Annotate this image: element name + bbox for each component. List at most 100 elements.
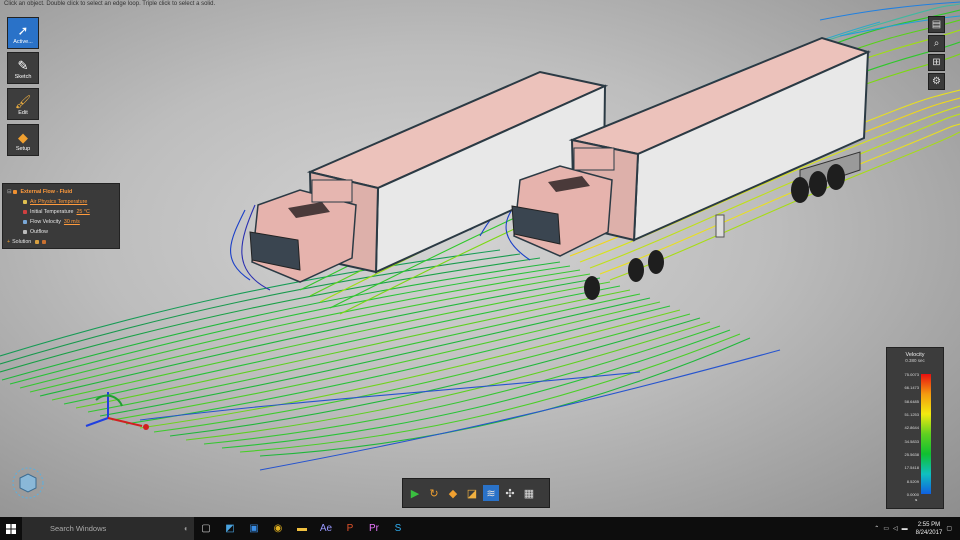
- microphone-icon[interactable]: ◖: [183, 524, 188, 533]
- legend-tick: 58.6485: [904, 398, 919, 404]
- cursor-icon: ➚: [17, 23, 29, 38]
- right-toolbar: ▤ ⌕ ⊞ ⚙: [928, 16, 948, 92]
- keyboard-icon[interactable]: ▬: [902, 526, 908, 532]
- surface-button[interactable]: ▦: [521, 485, 537, 501]
- flow-velocity-value[interactable]: 30 m/s: [64, 219, 80, 225]
- legend-subtitle: 0.380 sec: [905, 358, 925, 363]
- tree-title: External Flow - Fluid: [20, 189, 73, 195]
- clock[interactable]: 2:55 PM 8/24/2017: [916, 521, 943, 537]
- probe-icon: ⌕: [933, 38, 940, 49]
- brush-icon: 🖌: [14, 94, 32, 109]
- tree-row-outflow[interactable]: Outflow: [7, 227, 115, 237]
- solution-label: Solution: [12, 239, 32, 245]
- edit-tool-button[interactable]: 🖌 Edit: [7, 88, 39, 120]
- solid-view-button[interactable]: ◆: [445, 485, 461, 501]
- edit-tool-label: Edit: [18, 110, 28, 116]
- 3d-viewport[interactable]: Click an object. Double click to select …: [0, 0, 960, 517]
- setup-tool-button[interactable]: ◆ Setup: [7, 124, 39, 156]
- physics-link[interactable]: Air Physics Temperature: [30, 199, 87, 205]
- chevron-up-icon[interactable]: ⌃: [874, 525, 879, 532]
- legend-tick: 51.1253: [904, 412, 919, 417]
- task-view-icon[interactable]: ▢: [194, 517, 218, 540]
- physics-tree-panel: ⊟ External Flow - Fluid Air Physics Temp…: [2, 183, 120, 249]
- mesh-button[interactable]: ⊞: [928, 54, 945, 71]
- outflow-icon: [23, 230, 27, 234]
- legend-tick: 42.8644: [904, 425, 919, 431]
- powerpoint-icon[interactable]: P: [338, 517, 362, 540]
- solution-icon[interactable]: [35, 240, 40, 244]
- clock-date: 8/24/2017: [915, 529, 943, 536]
- taskbar-apps: ▢ ◩ ▣ ◉ ▬ Ae P Pr S: [194, 517, 410, 540]
- pencil-icon: ✎: [17, 58, 29, 73]
- tree-physics-link-row[interactable]: Air Physics Temperature: [7, 197, 115, 207]
- simulation-scene: [0, 1, 960, 499]
- settings-button[interactable]: ⚙: [928, 73, 945, 90]
- tree-row-flow-velocity[interactable]: Flow Velocity 30 m/s: [7, 217, 115, 227]
- taskbar: Search Windows ◖ ▢ ◩ ▣ ◉ ▬ Ae P Pr S ⌃ ▭ ◁ ▬ 2:5…: [0, 517, 960, 540]
- tree-solution-row[interactable]: + Solution: [7, 237, 115, 247]
- particles-icon: ✣: [505, 487, 515, 500]
- active-tool-label: Active...: [13, 39, 33, 45]
- grid-icon: ⊞: [932, 57, 941, 68]
- start-button[interactable]: [0, 517, 22, 540]
- legend-tick: 34.5833: [904, 438, 919, 444]
- volume-icon[interactable]: ◁: [893, 525, 898, 532]
- legend-tick: 8.5209: [906, 478, 919, 484]
- tree-row-label: Initial Temperature: [30, 209, 74, 215]
- setup-icon: ◆: [18, 130, 28, 145]
- streamlines-button[interactable]: ≋: [483, 485, 499, 501]
- probe-button[interactable]: ⌕: [928, 35, 945, 52]
- store-icon[interactable]: ▣: [242, 517, 266, 540]
- refresh-icon: ↻: [429, 487, 439, 500]
- gear-icon: ⚙: [932, 76, 941, 87]
- legend-color-bar: [921, 374, 931, 494]
- status-hint: Click an object. Double click to select …: [4, 1, 216, 7]
- tree-row-label: Flow Velocity: [30, 219, 61, 225]
- tree-row-initial-temperature[interactable]: Initial Temperature 25 °C: [7, 207, 115, 217]
- surface-icon: ▦: [523, 487, 535, 500]
- legend-tick: 75.0073: [904, 372, 919, 377]
- flow-icon: [23, 220, 27, 224]
- reset-button[interactable]: ↻: [426, 485, 442, 501]
- clock-time: 2:55 PM: [917, 521, 941, 528]
- notifications-icon[interactable]: ▢: [946, 525, 952, 532]
- initial-temperature-value[interactable]: 25 °C: [76, 209, 89, 215]
- physics-icon: [23, 200, 27, 204]
- particles-button[interactable]: ✣: [502, 485, 518, 501]
- discovery-app-icon[interactable]: ◩: [218, 517, 242, 540]
- plane-icon: ◪: [466, 487, 478, 500]
- add-icon[interactable]: +: [7, 239, 10, 245]
- sketch-tool-label: Sketch: [14, 74, 32, 80]
- velocity-legend: Velocity 0.380 sec 75.0073 66.1473 58.6485…: [886, 347, 944, 509]
- legend-tick: 25.5638: [904, 452, 919, 457]
- setup-tool-label: Setup: [15, 146, 31, 152]
- premiere-icon[interactable]: Pr: [362, 517, 386, 540]
- ground-streamlines: [0, 249, 781, 471]
- skype-icon[interactable]: S: [386, 517, 410, 540]
- windows-icon: [6, 523, 16, 534]
- result-icon[interactable]: [42, 240, 47, 244]
- file-explorer-icon[interactable]: ▬: [290, 517, 314, 540]
- play-button[interactable]: ▶: [407, 485, 423, 501]
- tree-row-label: Outflow: [30, 229, 48, 235]
- cube-icon: ◆: [448, 487, 458, 500]
- legend-tick: 17.5418: [904, 465, 919, 471]
- after-effects-icon[interactable]: Ae: [314, 517, 338, 540]
- legend-tick: 66.1473: [904, 385, 919, 391]
- view-mode-button[interactable]: ▤: [928, 16, 945, 33]
- view-mode-icon: ▤: [931, 19, 942, 30]
- thermometer-icon: [23, 210, 27, 214]
- legend-ticks: 75.0073 66.1473 58.6485 51.1253 42.8644 34.58…: [889, 372, 919, 497]
- legend-options-icon[interactable]: ◔: [913, 496, 918, 505]
- chrome-icon[interactable]: ◉: [266, 517, 290, 540]
- network-icon[interactable]: ▭: [883, 525, 889, 532]
- search-input[interactable]: Search Windows ◖: [22, 517, 194, 540]
- tree-root[interactable]: ⊟ External Flow - Fluid: [7, 187, 115, 197]
- system-tray: ⌃ ▭ ◁ ▬ 2:55 PM 8/24/2017 ▢: [874, 517, 960, 540]
- play-icon: ▶: [410, 487, 420, 500]
- collapse-icon[interactable]: ⊟: [7, 189, 11, 195]
- sketch-tool-button[interactable]: ✎ Sketch: [7, 52, 39, 84]
- streamlines-icon: ≋: [486, 487, 496, 500]
- active-tool-button[interactable]: ➚ Active...: [7, 17, 39, 49]
- plane-view-button[interactable]: ◪: [464, 485, 480, 501]
